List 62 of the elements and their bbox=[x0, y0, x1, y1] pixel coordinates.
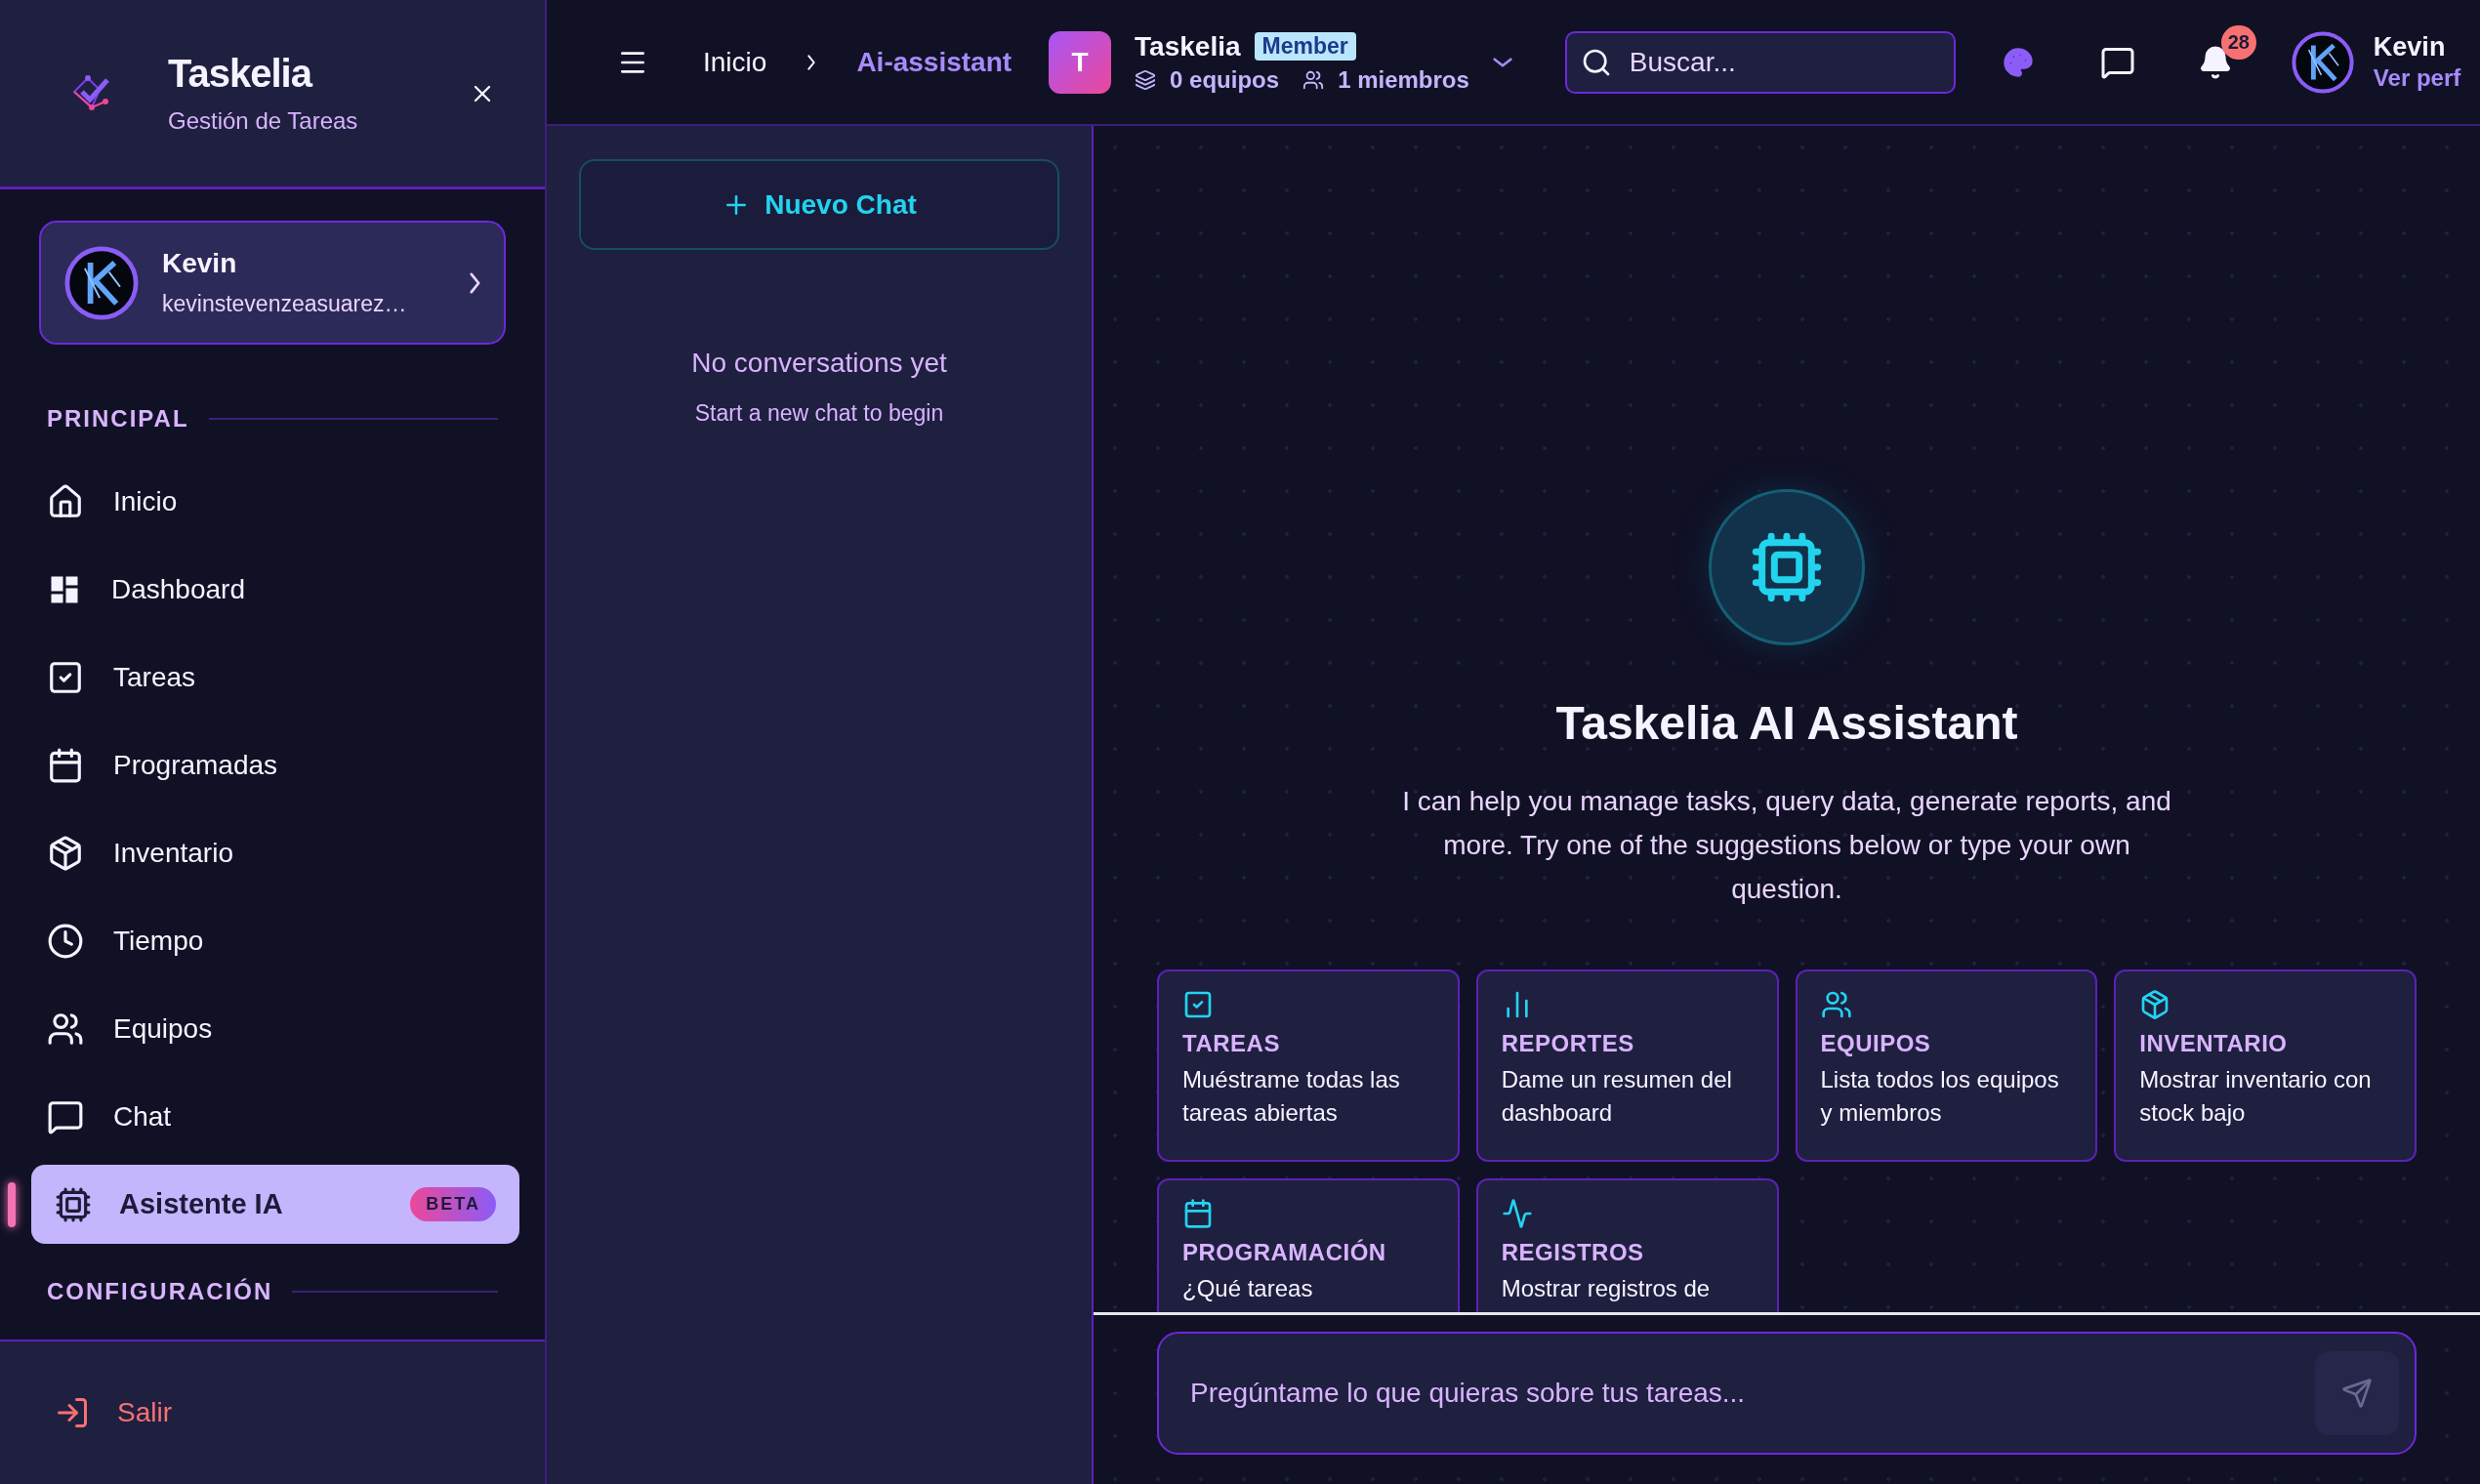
box-icon bbox=[47, 834, 84, 872]
logout-icon bbox=[55, 1395, 90, 1430]
nav-item[interactable]: Inventario bbox=[31, 813, 519, 892]
breadcrumb-link[interactable]: Inicio bbox=[703, 46, 767, 78]
nav-item[interactable]: Inicio bbox=[31, 462, 519, 541]
suggestion-card[interactable]: REGISTROS Mostrar registros de bbox=[1475, 1178, 1779, 1312]
calendar-icon bbox=[47, 746, 84, 784]
palette-button[interactable] bbox=[2002, 46, 2034, 78]
user-email: kevinstevenzeasuarez… bbox=[162, 291, 408, 317]
empty-state-title: No conversations yet bbox=[691, 348, 947, 379]
app-title: Taskelia bbox=[168, 52, 313, 96]
clock-icon bbox=[47, 922, 84, 960]
chevron-right-icon bbox=[807, 54, 816, 70]
app-subtitle: Gestión de Tareas bbox=[168, 107, 359, 135]
chevron-right-icon bbox=[470, 271, 480, 294]
nav-item[interactable]: Equipos bbox=[31, 989, 519, 1068]
layers-icon bbox=[1135, 68, 1157, 91]
section-label: CONFIGURACIÓN bbox=[47, 1278, 273, 1305]
suggestion-card[interactable]: TAREAS Muéstrame todas las tareas abiertas bbox=[1157, 969, 1460, 1162]
teams-count: 0 equipos bbox=[1170, 65, 1280, 94]
members-count: 1 miembros bbox=[1338, 65, 1469, 94]
nav-item[interactable]: Tiempo bbox=[31, 901, 519, 980]
send-icon bbox=[2341, 1378, 2373, 1409]
nav-item[interactable]: Programadas bbox=[31, 725, 519, 804]
calendar-icon bbox=[1182, 1198, 1214, 1229]
active-indicator bbox=[8, 1182, 16, 1227]
profile-link[interactable]: Ver perf bbox=[2373, 64, 2461, 92]
breadcrumb-link[interactable]: Ai-assistant bbox=[856, 46, 1013, 78]
users-icon bbox=[1820, 989, 1852, 1020]
caret-icon bbox=[1492, 57, 1512, 67]
nav-item[interactable]: Asistente IA BETA bbox=[31, 1165, 519, 1244]
message-input-field[interactable]: Pregúntame lo que quieras sobre tus tareas... bbox=[1157, 1332, 2417, 1455]
beta-badge: BETA bbox=[410, 1187, 496, 1221]
workspace-name: Taskelia bbox=[1135, 30, 1241, 62]
avatar bbox=[2291, 30, 2354, 94]
assistant-title: Taskelia AI Assistant bbox=[1555, 696, 2018, 750]
workspace-dropdown-button[interactable] bbox=[1492, 57, 1512, 67]
role-badge: Member bbox=[1254, 32, 1356, 61]
chip-icon bbox=[55, 1185, 92, 1223]
home-icon bbox=[47, 482, 84, 520]
checkbox-icon bbox=[1182, 989, 1214, 1020]
section-label: PRINCIPAL bbox=[47, 405, 189, 433]
users-icon bbox=[1302, 68, 1325, 91]
logout-link[interactable]: Salir bbox=[55, 1395, 172, 1430]
nav-item[interactable]: Dashboard bbox=[31, 550, 519, 629]
suggestion-card[interactable]: REPORTES Dame un resumen del dashboard bbox=[1475, 969, 1779, 1162]
suggestion-card[interactable]: PROGRAMACIÓN ¿Qué tareas bbox=[1157, 1178, 1460, 1312]
send-button[interactable] bbox=[2315, 1351, 2399, 1435]
suggestion-card[interactable]: INVENTARIO Mostrar inventario con stock bajo bbox=[2114, 969, 2417, 1162]
empty-state-hint: Start a new chat to begin bbox=[694, 400, 944, 427]
workspace-avatar[interactable]: T bbox=[1049, 30, 1112, 94]
notification-count: 28 bbox=[2220, 24, 2256, 60]
nav-item[interactable]: Tareas bbox=[31, 638, 519, 717]
new-chat-button[interactable]: Nuevo Chat bbox=[579, 159, 1059, 250]
nav-item[interactable]: Chat bbox=[31, 1077, 519, 1156]
search-field[interactable]: Buscar... bbox=[1564, 30, 1956, 94]
user-card[interactable]: Kevin kevinstevenzeasuarez… bbox=[39, 221, 506, 345]
user-name: Kevin bbox=[162, 248, 238, 279]
suggestion-card[interactable]: EQUIPOS Lista todos los equipos y miembros bbox=[1795, 969, 2098, 1162]
assistant-description: I can help you manage tasks, query data, generate reports, and more. Try one of the suggestions below or type your own question. bbox=[1401, 785, 2172, 906]
pulse-icon bbox=[1501, 1198, 1533, 1229]
user-name: Kevin bbox=[2373, 32, 2447, 62]
